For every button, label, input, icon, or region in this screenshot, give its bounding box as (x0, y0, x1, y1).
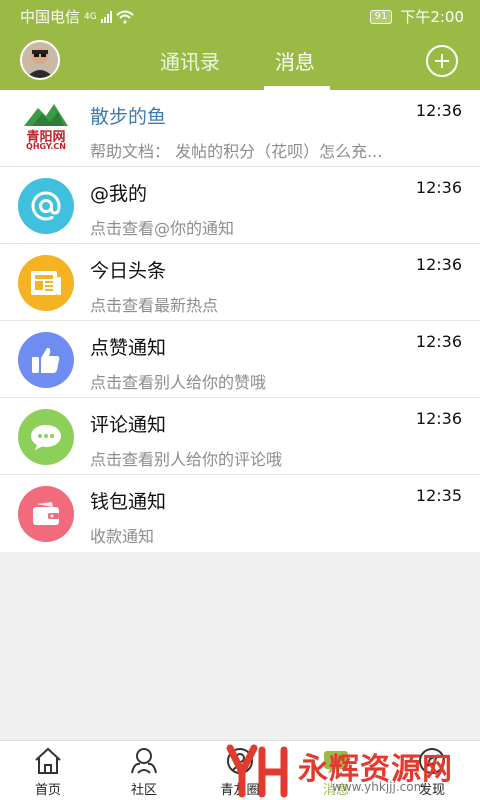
message-time: 12:36 (415, 255, 462, 274)
message-row-comments[interactable]: 评论通知 点击查看别人给你的评论哦 12:36 (0, 398, 480, 475)
message-row-likes[interactable]: 点赞通知 点击查看别人给你的赞哦 12:36 (0, 321, 480, 398)
message-subtitle: 点击查看别人给你的评论哦 (90, 450, 283, 469)
tab-contacts[interactable]: 通讯录 (160, 46, 220, 75)
network-label: 4G (84, 11, 97, 22)
message-time: 12:36 (415, 332, 462, 351)
clock-label: 下午2:00 (400, 8, 464, 26)
nav-label: 首页 (34, 783, 61, 798)
message-title: 点赞通知 (90, 337, 167, 359)
thumbs-up-icon (18, 332, 74, 388)
battery-indicator: 91 (369, 9, 393, 24)
message-row-mentions[interactable]: @我的 点击查看@你的通知 12:36 (0, 167, 480, 244)
watermark: 永辉资源网 www.yhkjjj.com (220, 740, 480, 800)
message-title: 钱包通知 (90, 491, 167, 513)
status-bar: 中国电信 4G 91 下午2:00 (0, 0, 480, 32)
logo-small-text: QHGY.CN (26, 142, 66, 151)
message-row-help[interactable]: 青阳网 QHGY.CN 散步的鱼 帮助文档： 发帖的积分（花呗）怎么充... 1… (0, 90, 480, 167)
message-title: 散步的鱼 (90, 106, 167, 128)
message-row-wallet[interactable]: 钱包通知 收款通知 12:35 (0, 475, 480, 552)
user-avatar[interactable] (20, 40, 60, 80)
carrier-label: 中国电信 (20, 8, 81, 26)
tab-messages[interactable]: 消息 (275, 46, 315, 75)
message-row-headlines[interactable]: 今日头条 点击查看最新热点 12:36 (0, 244, 480, 321)
message-subtitle: 点击查看最新热点 (90, 296, 219, 315)
nav-label: 社区 (130, 783, 157, 798)
message-subtitle: 点击查看别人给你的赞哦 (90, 373, 267, 392)
message-title: 今日头条 (90, 260, 167, 282)
message-list: 青阳网 QHGY.CN 散步的鱼 帮助文档： 发帖的积分（花呗）怎么充... 1… (0, 90, 480, 552)
message-title: 评论通知 (90, 414, 167, 436)
app-header: 中国电信 4G 91 下午2:00 通讯录 消息 (0, 0, 480, 90)
at-icon (18, 178, 74, 234)
wifi-icon (116, 10, 134, 24)
message-time: 12:36 (415, 101, 462, 120)
message-title: @我的 (90, 183, 148, 205)
qingyang-logo: 青阳网 QHGY.CN (18, 102, 74, 156)
signal-icon (100, 10, 112, 23)
message-time: 12:35 (415, 486, 462, 505)
newspaper-icon (18, 255, 74, 311)
message-subtitle: 收款通知 (90, 527, 155, 546)
message-subtitle: 帮助文档： 发帖的积分（花呗）怎么充... (90, 142, 383, 161)
nav-community[interactable]: 社区 (109, 745, 179, 798)
header-tabs: 通讯录 消息 (150, 36, 340, 90)
community-icon (131, 748, 157, 774)
watermark-url: www.yhkjjj.com (332, 780, 426, 794)
wallet-icon (18, 486, 74, 542)
home-icon (35, 747, 61, 774)
add-button[interactable] (426, 45, 458, 77)
message-time: 12:36 (415, 409, 462, 428)
chat-bubble-icon (18, 409, 74, 465)
message-time: 12:36 (415, 178, 462, 197)
nav-home[interactable]: 首页 (13, 745, 83, 798)
watermark-logo (226, 744, 288, 798)
message-subtitle: 点击查看@你的通知 (90, 219, 235, 238)
